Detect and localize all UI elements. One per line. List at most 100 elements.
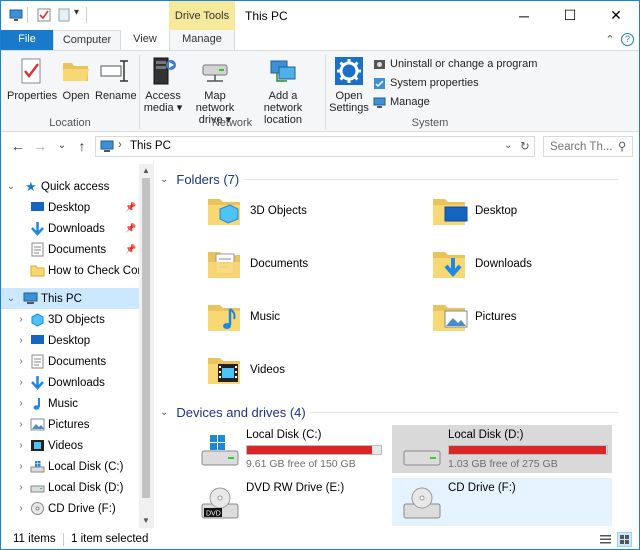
map-network-drive-button[interactable]: Map network drive ▾ <box>184 55 246 126</box>
folder-label: Pictures <box>475 311 517 323</box>
nav-pc-item-local-disk-c[interactable]: › Local Disk (C:) <box>1 456 139 477</box>
close-button[interactable]: ✕ <box>593 1 639 30</box>
selection-count: 1 item selected <box>71 533 149 545</box>
nav-scrollbar[interactable]: ▲ ▼ <box>139 164 153 528</box>
folder-3d-objects[interactable]: 3D Objects <box>204 188 307 234</box>
search-field[interactable]: ⚲ <box>543 136 633 157</box>
folder-label: Videos <box>250 364 285 376</box>
tab-manage[interactable]: Manage <box>169 30 235 50</box>
open-settings-button[interactable]: Open Settings <box>329 55 369 114</box>
maximize-button[interactable]: ☐ <box>547 1 593 30</box>
uninstall-program-button[interactable]: Uninstall or change a program <box>373 55 537 73</box>
folder-documents[interactable]: Documents <box>204 241 308 287</box>
tab-file[interactable]: File <box>1 30 53 50</box>
collapsed-chevron-icon[interactable]: › <box>16 335 26 346</box>
nav-qa-item-downloads[interactable]: Downloads 📌 <box>1 218 139 239</box>
nav-pc-item-documents[interactable]: › Documents <box>1 351 139 372</box>
computer-icon[interactable] <box>9 8 23 22</box>
network-group-label: Network <box>211 117 253 129</box>
nav-item-label: Pictures <box>48 418 90 431</box>
recent-locations-button[interactable]: ⌄ <box>53 137 71 155</box>
rename-label: Rename <box>95 90 137 102</box>
drive-dvd-rw-e[interactable]: DVD DVD RW Drive (E:) <box>190 478 410 526</box>
drive-local-disk-d[interactable]: Local Disk (D:) 1.03 GB free of 275 GB <box>392 425 612 473</box>
nav-pc-item-videos[interactable]: › Videos <box>1 435 139 456</box>
collapsed-chevron-icon[interactable]: › <box>16 314 26 325</box>
folder-desktop[interactable]: Desktop <box>429 188 517 234</box>
address-dropdown-icon[interactable]: ⌄ <box>504 140 512 151</box>
tab-computer[interactable]: Computer <box>53 30 121 51</box>
new-folder-icon[interactable] <box>57 8 71 22</box>
folder-music[interactable]: Music <box>204 294 280 340</box>
details-view-icon[interactable] <box>599 533 612 546</box>
path-segment-this-pc[interactable]: This PC <box>130 140 171 152</box>
drive-cd-f[interactable]: CD Drive (F:) <box>392 478 612 526</box>
content-scrollbar[interactable] <box>626 160 639 528</box>
nav-pc-item-downloads[interactable]: › Downloads <box>1 372 139 393</box>
file-explorer-window: ▾ Drive Tools This PC ─ ☐ ✕ File Compute… <box>0 0 640 550</box>
collapse-chevron-icon[interactable]: ⌄ <box>160 174 168 185</box>
minimize-button[interactable]: ─ <box>501 1 547 30</box>
properties-check-icon[interactable] <box>37 8 51 22</box>
collapsed-chevron-icon[interactable]: › <box>16 356 26 367</box>
refresh-icon[interactable]: ↻ <box>520 139 530 153</box>
collapsed-chevron-icon[interactable]: › <box>16 503 26 514</box>
open-button[interactable]: Open <box>59 55 93 102</box>
folder-label: Desktop <box>475 205 518 217</box>
nav-scroll-thumb[interactable] <box>142 178 150 498</box>
music-icon <box>33 398 40 410</box>
documents-folder-icon <box>208 252 240 278</box>
drive-local-disk-c[interactable]: Local Disk (C:) 9.61 GB free of 150 GB <box>190 425 410 473</box>
access-media-button[interactable]: Access media ▾ <box>143 55 183 114</box>
up-button[interactable]: ↑ <box>73 137 91 155</box>
collapsed-chevron-icon[interactable]: › <box>16 482 26 493</box>
address-input[interactable]: › This PC ⌄ ↻ <box>95 136 535 157</box>
collapsed-chevron-icon[interactable]: › <box>16 419 26 430</box>
search-input[interactable] <box>544 137 614 156</box>
system-properties-icon <box>374 77 385 89</box>
expanded-chevron-icon[interactable]: ⌄ <box>6 181 16 192</box>
manage-button[interactable]: Manage <box>373 93 430 111</box>
window-title: This PC <box>245 9 288 23</box>
system-properties-button[interactable]: System properties <box>373 74 479 92</box>
nav-pc-item-3d-objects[interactable]: › 3D Objects <box>1 309 139 330</box>
collapse-chevron-icon[interactable]: ⌄ <box>160 407 168 418</box>
collapsed-chevron-icon[interactable]: › <box>16 440 26 451</box>
nav-pc-item-local-disk-d[interactable]: › Local Disk (D:) <box>1 477 139 498</box>
nav-pc-item-cd-drive-f[interactable]: › CD Drive (F:) <box>1 498 139 519</box>
folders-group-header[interactable]: ⌄ Folders (7) <box>160 170 239 188</box>
scroll-up-arrow[interactable]: ▲ <box>139 164 153 178</box>
forward-button[interactable]: → <box>31 137 49 155</box>
folder-downloads[interactable]: Downloads <box>429 241 532 287</box>
nav-qa-item-documents[interactable]: Documents 📌 <box>1 239 139 260</box>
collapsed-chevron-icon[interactable]: › <box>16 461 26 472</box>
collapse-ribbon-icon[interactable]: ⌃ <box>603 33 617 47</box>
search-icon[interactable]: ⚲ <box>618 139 626 153</box>
customize-qat-icon[interactable]: ▾ <box>74 7 79 18</box>
pin-icon[interactable]: 📌 <box>125 244 136 255</box>
collapsed-chevron-icon[interactable]: › <box>16 398 26 409</box>
tab-view[interactable]: View <box>123 30 167 50</box>
pin-icon[interactable]: 📌 <box>125 202 136 213</box>
pin-icon[interactable]: 📌 <box>125 223 136 234</box>
expanded-chevron-icon[interactable]: ⌄ <box>6 293 16 304</box>
nav-item-label: Desktop <box>48 334 91 347</box>
back-button[interactable]: ← <box>9 137 27 155</box>
drives-group-header[interactable]: ⌄ Devices and drives (4) <box>160 403 306 421</box>
add-network-location-button[interactable]: Add a network location <box>248 55 318 126</box>
collapsed-chevron-icon[interactable]: › <box>16 377 26 388</box>
nav-qa-item-desktop[interactable]: Desktop 📌 <box>1 197 139 218</box>
help-icon[interactable]: ? <box>621 33 634 46</box>
nav-pc-item-music[interactable]: › Music <box>1 393 139 414</box>
nav-pc-item-pictures[interactable]: › Pictures <box>1 414 139 435</box>
rename-button[interactable]: Rename <box>95 55 137 102</box>
folder-videos[interactable]: Videos <box>204 347 285 393</box>
folder-pictures[interactable]: Pictures <box>429 294 517 340</box>
nav-qa-item-how-to-check-com[interactable]: How to Check Com <box>1 260 139 281</box>
properties-button[interactable]: Properties <box>7 55 57 102</box>
large-icons-view-icon[interactable] <box>617 532 632 547</box>
nav-pc-item-desktop[interactable]: › Desktop <box>1 330 139 351</box>
nav-quick-access[interactable]: ⌄ ★ Quick access <box>1 176 139 197</box>
downloads-icon <box>31 376 44 390</box>
scroll-down-arrow[interactable]: ▼ <box>139 514 153 528</box>
